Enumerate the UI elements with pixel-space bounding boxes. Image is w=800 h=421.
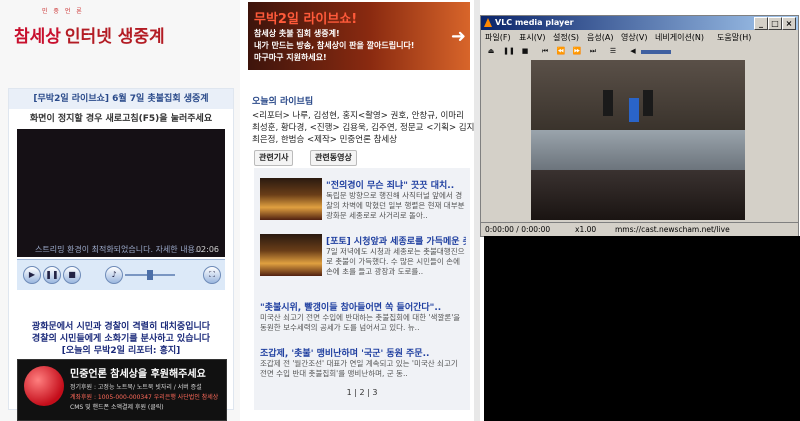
credit-line: 최성훈, 황다경, <진행> 김용욱, 김주연, 정문교 <기획> 김지 [252, 123, 475, 133]
volume-icon[interactable]: ◀ [627, 46, 639, 57]
list-item[interactable]: [포토] 시청앞과 세종로를 가득메운 촛불.. 7일 저녁에도 시청과 세종로… [260, 234, 466, 282]
minimize-button[interactable]: _ [754, 17, 768, 30]
menu-audio[interactable]: 음성(A) [587, 31, 613, 44]
fullscreen-icon[interactable]: ⛶ [203, 266, 221, 284]
ticker-message: 스트리밍 환경이 최적화되었습니다. 자세한 내용... [35, 245, 203, 254]
article-summary: 7일 저녁에도 시청과 세종로는 촛불대행진으로 촛불이 가득했다. 수 많은 … [326, 247, 465, 276]
brand-tagline: 민 중 언 론 [42, 8, 84, 15]
banner-line: 내가 만드는 방송, 참세상이 판을 깔아드립니다! [254, 41, 415, 50]
video-frame [603, 90, 613, 116]
article-list: "전의경이 무슨 죄냐" 끗끗 대치.. 독립문 방향으로 행진해 사직터널 앞… [254, 168, 470, 410]
banner-line: 참세상 촛불 집회 생중계! [254, 29, 340, 38]
article-thumbnail[interactable] [260, 178, 322, 220]
donate-title: 민중언론 참세상을 후원해주세요 [70, 369, 206, 380]
donate-logo-icon [24, 366, 64, 406]
banner-line: 마구마구 지원하세요! [254, 53, 327, 62]
list-item[interactable]: 조갑제, '촛불' 맹비난하며 '국군' 동원 주문.. 조갑제 전 '월간조선… [260, 346, 464, 386]
brand-subtitle: 인터넷 생중계 [64, 27, 165, 47]
live-show-banner[interactable]: 무박2일 라이브쇼! 참세상 촛불 집회 생중계! 내가 만드는 방송, 참세상… [248, 2, 470, 70]
menu-bar: 파일(F) 표시(V) 설정(S) 음성(A) 영상(V) 네비게이션(N) 도… [481, 31, 798, 44]
panel-title: [무박2일 라이브쇼] 6월 7일 촛불집회 생중계 [9, 89, 233, 109]
article-thumbnail[interactable] [260, 234, 322, 276]
news-line: 광화문에서 시민과 경찰이 격렬히 대치중입니다 [31, 322, 211, 332]
rewind-icon[interactable]: ⏪ [555, 46, 567, 57]
pause-icon[interactable]: ❚❚ [43, 266, 61, 284]
article-title[interactable]: "전의경이 무슨 죄냐" 끗끗 대치.. [326, 178, 466, 191]
volume-bar[interactable] [641, 50, 671, 54]
donation-banner[interactable]: 민중언론 참세상을 후원해주세요 정기후원 : 고정능 노트북/ 노트북 빗자리… [17, 359, 227, 421]
video-frame [629, 98, 639, 122]
banner-title: 무박2일 라이브쇼! [254, 12, 358, 27]
vlc-cone-icon [484, 18, 492, 27]
left-column: 민 중 언 론 참세상 인터넷 생중계 [무박2일 라이브쇼] 6월 7일 촛불집… [0, 0, 240, 421]
article-summary: 조갑제 전 '월간조선' 대표가 연일 계속되고 있는 '미국산 쇠고기 전면 … [260, 359, 458, 378]
refresh-note: 화면이 정지할 경우 새로고침(F5)을 눌러주세요 [29, 114, 213, 124]
toolbar: ⏏ ❚❚ ■ ⏮ ⏪ ⏩ ⏭ ☰ ◀ [481, 45, 798, 59]
credit-line: <리포터> 나루, 김성현, 홍지<촬영> 권호, 안창규, 이마리 [252, 111, 464, 121]
embedded-video-player[interactable] [17, 129, 225, 243]
article-title[interactable]: 조갑제, '촛불' 맹비난하며 '국군' 동원 주문.. [260, 346, 466, 359]
section-title: 오늘의 라이브팀 [252, 97, 314, 107]
live-broadcast-panel: [무박2일 라이브쇼] 6월 7일 촛불집회 생중계 화면이 정지할 경우 새로… [8, 88, 234, 421]
desktop-background [484, 236, 800, 421]
status-bar: 0:00:00 / 0:00:00 x1.00 mms://cast.newsc… [481, 222, 798, 236]
stop-icon[interactable]: ■ [63, 266, 81, 284]
eject-icon[interactable]: ⏏ [485, 46, 497, 57]
menu-view[interactable]: 표시(V) [519, 31, 545, 44]
play-icon[interactable]: ▶ [23, 266, 41, 284]
donate-info: CMS 및 핸드폰 소액결제 후원 (클릭) [70, 404, 164, 411]
maximize-button[interactable]: □ [768, 17, 782, 30]
status-url: mms://cast.newscham.net/live [615, 225, 730, 234]
player-controls: ▶ ❚❚ ■ ♪ ⛶ [17, 259, 225, 290]
donate-info: 정기후원 : 고정능 노트북/ 노트북 빗자리 / 서버 증설 [70, 384, 202, 391]
status-speed: x1.00 [575, 225, 597, 234]
status-time: 0:00:00 / 0:00:00 [485, 225, 551, 234]
site-logo[interactable]: 참세상 인터넷 생중계 [14, 22, 165, 47]
article-title[interactable]: "촛불시위, 빨갱이들 참아들어면 쏙 들어간다".. [260, 300, 466, 313]
credit-line: 최은정, 한범승 <제작> 민중언론 참세상 [252, 135, 398, 145]
volume-handle[interactable] [147, 270, 153, 280]
list-item[interactable]: "촛불시위, 빨갱이들 참아들어면 쏙 들어간다".. 미국산 쇠고기 전면 수… [260, 300, 464, 340]
menu-file[interactable]: 파일(F) [485, 31, 511, 44]
stop-icon[interactable]: ■ [519, 46, 531, 57]
menu-video[interactable]: 영상(V) [621, 31, 647, 44]
article-summary: 독립문 방향으로 행진해 사직터널 앞에서 경찰의 차벽에 막혔던 일부 행렬은… [326, 191, 465, 220]
vlc-window: VLC media player _ □ × 파일(F) 표시(V) 설정(S)… [480, 15, 799, 237]
arrow-right-icon: ➜ [450, 26, 466, 47]
brand-name: 참세상 [14, 27, 61, 47]
pagination[interactable]: 1 | 2 | 3 [254, 388, 470, 397]
playlist-icon[interactable]: ☰ [607, 46, 619, 57]
video-frame [531, 170, 745, 220]
menu-navigation[interactable]: 네비게이션(N) [655, 31, 704, 44]
title-bar[interactable]: VLC media player _ □ × [481, 16, 798, 30]
fast-forward-icon[interactable]: ⏩ [571, 46, 583, 57]
tab-related-videos[interactable]: 관련동영상 [310, 150, 357, 166]
window-title: VLC media player [495, 18, 574, 27]
tab-related-articles[interactable]: 관련기사 [254, 150, 294, 166]
video-frame [531, 130, 745, 170]
next-icon[interactable]: ⏭ [587, 46, 599, 57]
video-display[interactable] [531, 60, 745, 220]
article-summary: 미국산 쇠고기 전면 수입에 반대하는 촛불집회에 대한 '색깔론'을 동원한 … [260, 313, 461, 332]
previous-icon[interactable]: ⏮ [539, 46, 551, 57]
article-title[interactable]: [포토] 시청앞과 세종로를 가득메운 촛불.. [326, 234, 466, 247]
breaking-news: 광화문에서 시민과 경찰이 격렬히 대치중입니다 경찰의 시민들에게 소화기를 … [9, 321, 233, 357]
news-line[interactable]: [오늘의 무박2일 리포터: 홍지] [9, 345, 233, 357]
playback-time: 02:06 [195, 245, 219, 254]
mute-icon[interactable]: ♪ [105, 266, 123, 284]
donate-info: 계좌후원 : 1005-000-000347 우리은행 사단법인 참세상 [70, 394, 219, 401]
news-line: 경찰의 시민들에게 소화기를 분사하고 있습니다 [31, 334, 211, 344]
middle-column: 무박2일 라이브쇼! 참세상 촛불 집회 생중계! 내가 만드는 방송, 참세상… [248, 0, 480, 421]
list-item[interactable]: "전의경이 무슨 죄냐" 끗끗 대치.. 독립문 방향으로 행진해 사직터널 앞… [260, 178, 466, 226]
video-frame [643, 90, 653, 116]
player-ticker: 스트리밍 환경이 최적화되었습니다. 자세한 내용... 02:06 [17, 243, 225, 257]
close-button[interactable]: × [782, 17, 796, 30]
menu-settings[interactable]: 설정(S) [553, 31, 579, 44]
menu-help[interactable]: 도움말(H) [717, 31, 751, 44]
play-pause-icon[interactable]: ❚❚ [503, 46, 515, 57]
